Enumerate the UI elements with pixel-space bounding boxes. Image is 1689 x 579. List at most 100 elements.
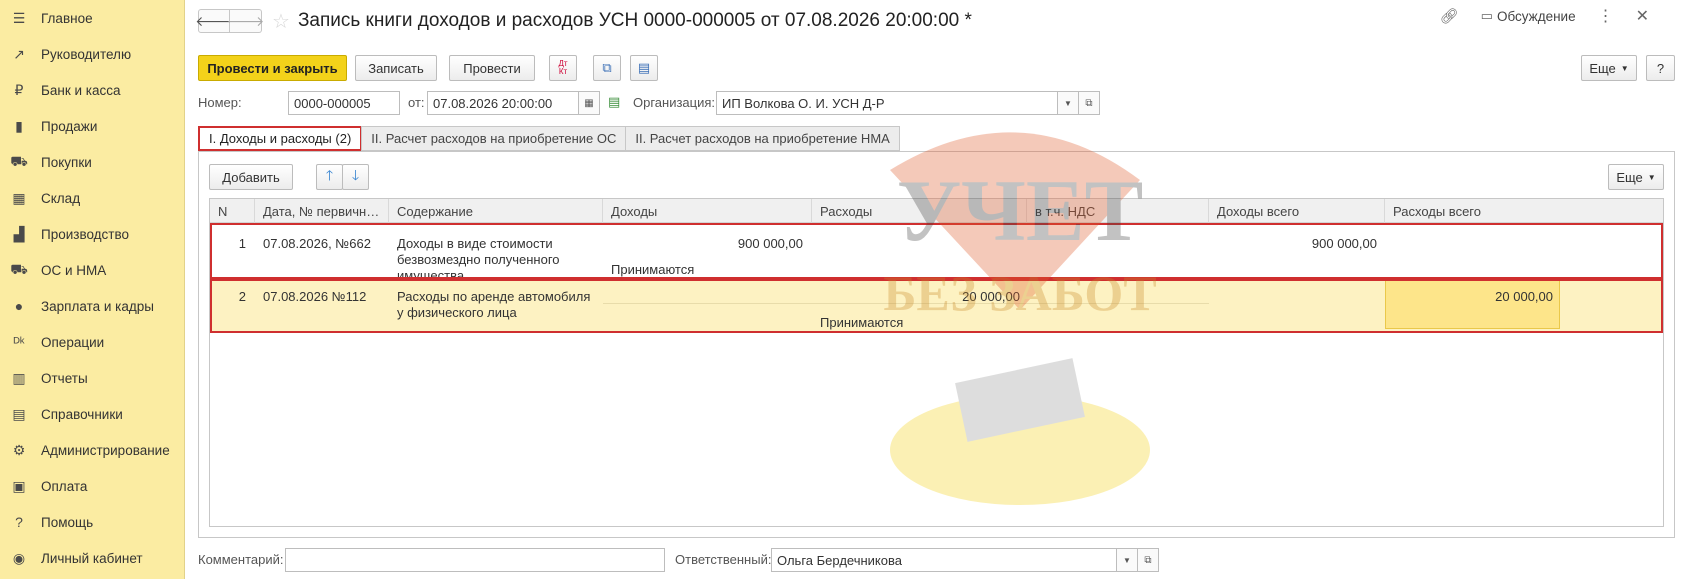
col-date[interactable]: Дата, № первично... [255, 199, 389, 223]
structure-button[interactable]: ⧉ [593, 55, 621, 81]
sidebar-item-12[interactable]: ⚙ Администрирование [0, 432, 184, 468]
warehouse-icon: ▦ [12, 189, 26, 206]
col-vat[interactable]: в т.ч. НДС [1027, 199, 1209, 223]
sidebar-item-2[interactable]: ₽ Банк и касса [0, 72, 184, 108]
dt-kt-icon: Дт Кт [558, 59, 568, 76]
sidebar-item-label: Склад [41, 190, 81, 206]
command-bar: Провести и закрыть Записать Провести Дт … [198, 55, 1675, 81]
close-icon[interactable]: ✕ [1636, 6, 1649, 26]
bar-chart-icon: ▥ [12, 369, 26, 386]
chat-icon: ▭ [1480, 8, 1493, 23]
truck-icon: ⛟ [10, 260, 28, 277]
move-down-button[interactable]: 🡓 [342, 164, 369, 190]
tab-intangible-assets[interactable]: II. Расчет расходов на приобретение НМА [625, 126, 900, 151]
header-fields: Номер: 0000-000005 от: 07.08.2026 20:00:… [198, 91, 1675, 115]
chevron-down-icon: ▼ [1064, 98, 1072, 108]
person-icon: ● [14, 298, 24, 314]
table-more-button[interactable]: Еще ▼ [1608, 164, 1664, 190]
chevron-down-icon: ▼ [1620, 63, 1629, 73]
sidebar-item-1[interactable]: ↗ Руководителю [0, 36, 184, 72]
sidebar-item-7[interactable]: ⛟ ОС и НМА [0, 252, 184, 288]
sidebar-item-label: Покупки [41, 154, 92, 170]
dt-kt-button[interactable]: Дт Кт [549, 55, 577, 81]
sidebar-item-label: Справочники [41, 406, 123, 422]
tab-income-expenses[interactable]: I. Доходы и расходы (2) [198, 126, 363, 151]
organization-open-button[interactable]: ⧉ [1078, 91, 1100, 115]
sidebar-item-4[interactable]: ⛟ Покупки [0, 144, 184, 180]
link-icon[interactable]: 🔗︎ [1440, 7, 1459, 25]
user-circle-icon: ◉ [12, 549, 26, 566]
tab-fixed-assets[interactable]: II. Расчет расходов на приобретение ОС [361, 126, 627, 151]
gear-icon: ⚙ [12, 441, 26, 458]
date-input[interactable]: 07.08.2026 20:00:00 [427, 91, 579, 115]
col-income[interactable]: Доходы [603, 199, 812, 223]
sidebar-item-label: Администрирование [41, 442, 170, 458]
tab-panel: Добавить 🡑 🡓 Еще ▼ N Дата, № первично...… [198, 151, 1675, 538]
sidebar-item-label: Оплата [41, 478, 88, 494]
responsible-dropdown-button[interactable]: ▼ [1116, 548, 1138, 572]
calendar-button[interactable]: ▦ [578, 91, 600, 115]
sidebar-item-label: Отчеты [41, 370, 88, 386]
col-expense-total[interactable]: Расходы всего [1385, 199, 1560, 223]
col-income-total[interactable]: Доходы всего [1209, 199, 1385, 223]
chevron-down-icon: ▼ [1123, 555, 1131, 565]
sidebar-item-10[interactable]: ▥ Отчеты [0, 360, 184, 396]
col-n[interactable]: N [210, 199, 255, 223]
more-button[interactable]: Еще ▼ [1581, 55, 1637, 81]
sidebar-item-label: Руководителю [41, 46, 132, 62]
sidebar-item-0[interactable]: ☰ Главное [0, 0, 184, 36]
main-area: 🡐 🡒 ☆ Запись книги доходов и расходов УС… [185, 0, 1689, 579]
sidebar-item-5[interactable]: ▦ Склад [0, 180, 184, 216]
document-structure-icon: ⧉ [602, 60, 612, 75]
favorite-star-icon[interactable]: ☆ [272, 9, 290, 34]
help-icon: ? [15, 514, 23, 530]
footer-fields: Комментарий: Ответственный: Ольга Бердеч… [198, 548, 1675, 572]
org-history-icon[interactable]: ▤ [608, 94, 620, 110]
sidebar-item-15[interactable]: ◉ Личный кабинет [0, 540, 184, 576]
sidebar-item-14[interactable]: ? Помощь [0, 504, 184, 540]
shopping-bag-icon: ▮ [15, 117, 23, 134]
sidebar-item-11[interactable]: ▤ Справочники [0, 396, 184, 432]
save-button[interactable]: Записать [355, 55, 437, 81]
sidebar-item-label: Зарплата и кадры [41, 298, 154, 314]
help-button[interactable]: ? [1646, 55, 1675, 81]
tabs: I. Доходы и расходы (2) II. Расчет расхо… [198, 126, 900, 151]
organization-dropdown-button[interactable]: ▼ [1057, 91, 1079, 115]
page-title: Запись книги доходов и расходов УСН 0000… [297, 10, 972, 31]
income-expense-table: N Дата, № первично... Содержание Доходы … [209, 198, 1664, 527]
sidebar-item-label: Главное [41, 10, 93, 26]
col-content[interactable]: Содержание [389, 199, 603, 223]
discussion-button[interactable]: ▭ Обсуждение [1481, 8, 1576, 24]
organization-label: Организация: [633, 95, 716, 110]
sidebar-item-3[interactable]: ▮ Продажи [0, 108, 184, 144]
sidebar-item-6[interactable]: ▟ Производство [0, 216, 184, 252]
col-expense[interactable]: Расходы [812, 199, 1027, 223]
sidebar-item-9[interactable]: ᴰᵏ Операции [0, 324, 184, 360]
books-icon: ▤ [12, 405, 26, 422]
responsible-input[interactable]: Ольга Бердечникова [771, 548, 1117, 572]
report-button[interactable]: ▤ [630, 55, 658, 81]
sidebar-item-label: Помощь [41, 514, 94, 530]
number-input[interactable]: 0000-000005 [288, 91, 400, 115]
arrow-up-icon: 🡑 [325, 167, 334, 183]
dt-kt-icon: ᴰᵏ [13, 334, 25, 350]
table-more-label: Еще [1616, 169, 1643, 185]
forward-button[interactable]: 🡒 [227, 9, 264, 33]
arrow-down-icon: 🡓 [351, 167, 360, 183]
sidebar-item-8[interactable]: ● Зарплата и кадры [0, 288, 184, 324]
open-link-icon: ⧉ [1144, 554, 1152, 566]
factory-icon: ▟ [13, 225, 25, 242]
organization-input[interactable]: ИП Волкова О. И. УСН Д-Р [716, 91, 1058, 115]
open-link-icon: ⧉ [1085, 97, 1093, 109]
sidebar-item-label: Производство [41, 226, 130, 242]
table-header: N Дата, № первично... Содержание Доходы … [210, 199, 1663, 223]
more-vertical-icon[interactable]: ⋮ [1598, 6, 1614, 26]
comment-input[interactable] [285, 548, 665, 572]
back-button[interactable]: 🡐 [195, 9, 233, 33]
responsible-open-button[interactable]: ⧉ [1137, 548, 1159, 572]
post-and-close-button[interactable]: Провести и закрыть [198, 55, 347, 81]
add-row-button[interactable]: Добавить [209, 164, 293, 190]
post-button[interactable]: Провести [449, 55, 535, 81]
sidebar-item-13[interactable]: ▣ Оплата [0, 468, 184, 504]
move-up-button[interactable]: 🡑 [316, 164, 343, 190]
